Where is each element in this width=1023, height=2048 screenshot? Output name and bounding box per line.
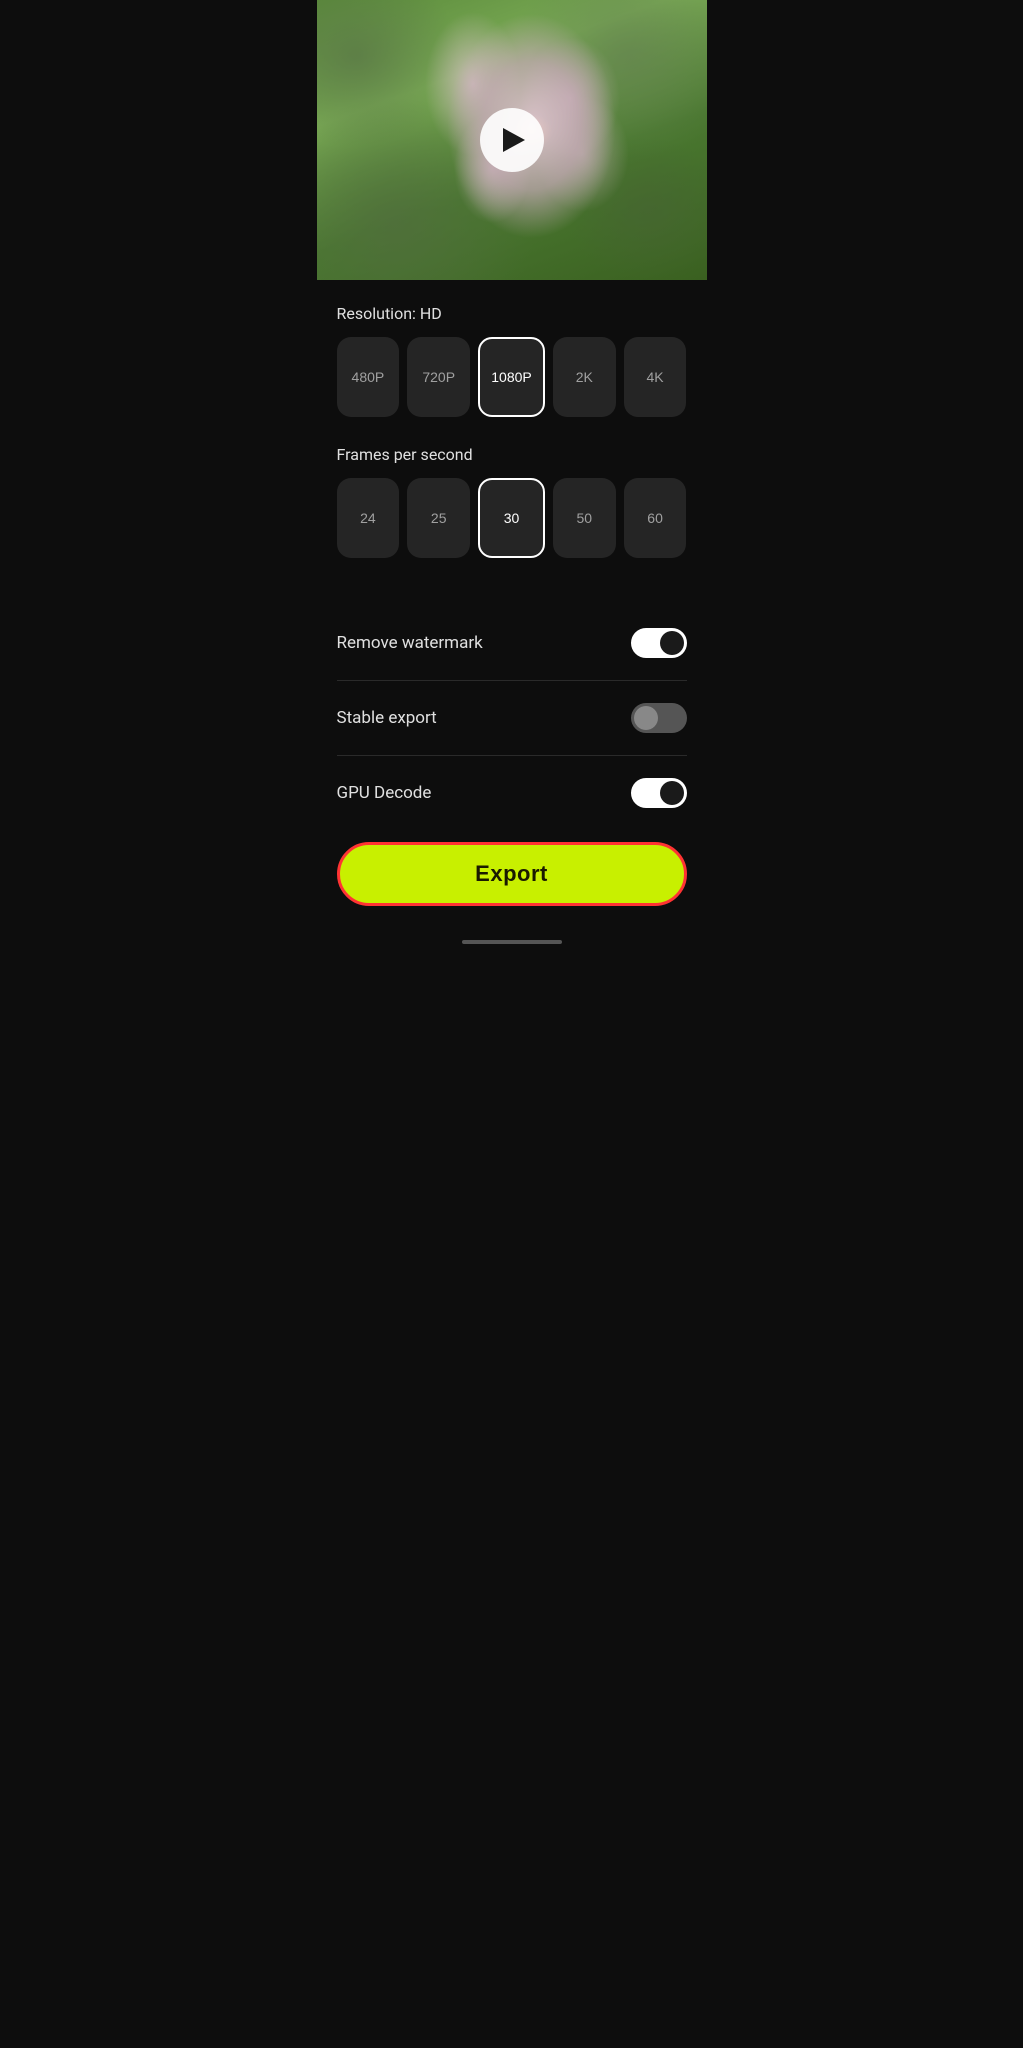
stable-export-toggle[interactable] xyxy=(631,703,687,733)
fps-25[interactable]: 25 xyxy=(407,478,470,558)
resolution-4k[interactable]: 4K xyxy=(624,337,687,417)
export-button[interactable]: Export xyxy=(337,842,687,906)
resolution-options: 480P 720P 1080P 2K 4K xyxy=(337,337,687,417)
stable-export-row: Stable export xyxy=(337,685,687,751)
export-section: Export xyxy=(317,826,707,930)
remove-watermark-label: Remove watermark xyxy=(337,633,483,653)
fps-60[interactable]: 60 xyxy=(624,478,687,558)
remove-watermark-knob xyxy=(660,631,684,655)
gpu-decode-knob xyxy=(660,781,684,805)
remove-watermark-toggle[interactable] xyxy=(631,628,687,658)
fps-24[interactable]: 24 xyxy=(337,478,400,558)
fps-30[interactable]: 30 xyxy=(478,478,545,558)
gpu-decode-toggle[interactable] xyxy=(631,778,687,808)
video-preview[interactable] xyxy=(317,0,707,280)
resolution-1080p[interactable]: 1080P xyxy=(478,337,545,417)
resolution-480p[interactable]: 480P xyxy=(337,337,400,417)
gpu-decode-label: GPU Decode xyxy=(337,783,432,803)
remove-watermark-row: Remove watermark xyxy=(337,610,687,676)
stable-export-label: Stable export xyxy=(337,708,437,728)
resolution-label: Resolution: HD xyxy=(337,304,687,323)
gpu-decode-row: GPU Decode xyxy=(337,760,687,826)
home-bar xyxy=(462,940,562,944)
play-button[interactable] xyxy=(480,108,544,172)
resolution-720p[interactable]: 720P xyxy=(407,337,470,417)
toggles-section: Remove watermark Stable export GPU Decod… xyxy=(317,610,707,826)
resolution-2k[interactable]: 2K xyxy=(553,337,616,417)
fps-label: Frames per second xyxy=(337,445,687,464)
fps-options: 24 25 30 50 60 xyxy=(337,478,687,558)
stable-export-knob xyxy=(634,706,658,730)
divider-2 xyxy=(337,755,687,756)
resolution-section: Resolution: HD 480P 720P 1080P 2K 4K Fra… xyxy=(317,280,707,610)
divider-1 xyxy=(337,680,687,681)
fps-50[interactable]: 50 xyxy=(553,478,616,558)
home-indicator xyxy=(317,930,707,950)
